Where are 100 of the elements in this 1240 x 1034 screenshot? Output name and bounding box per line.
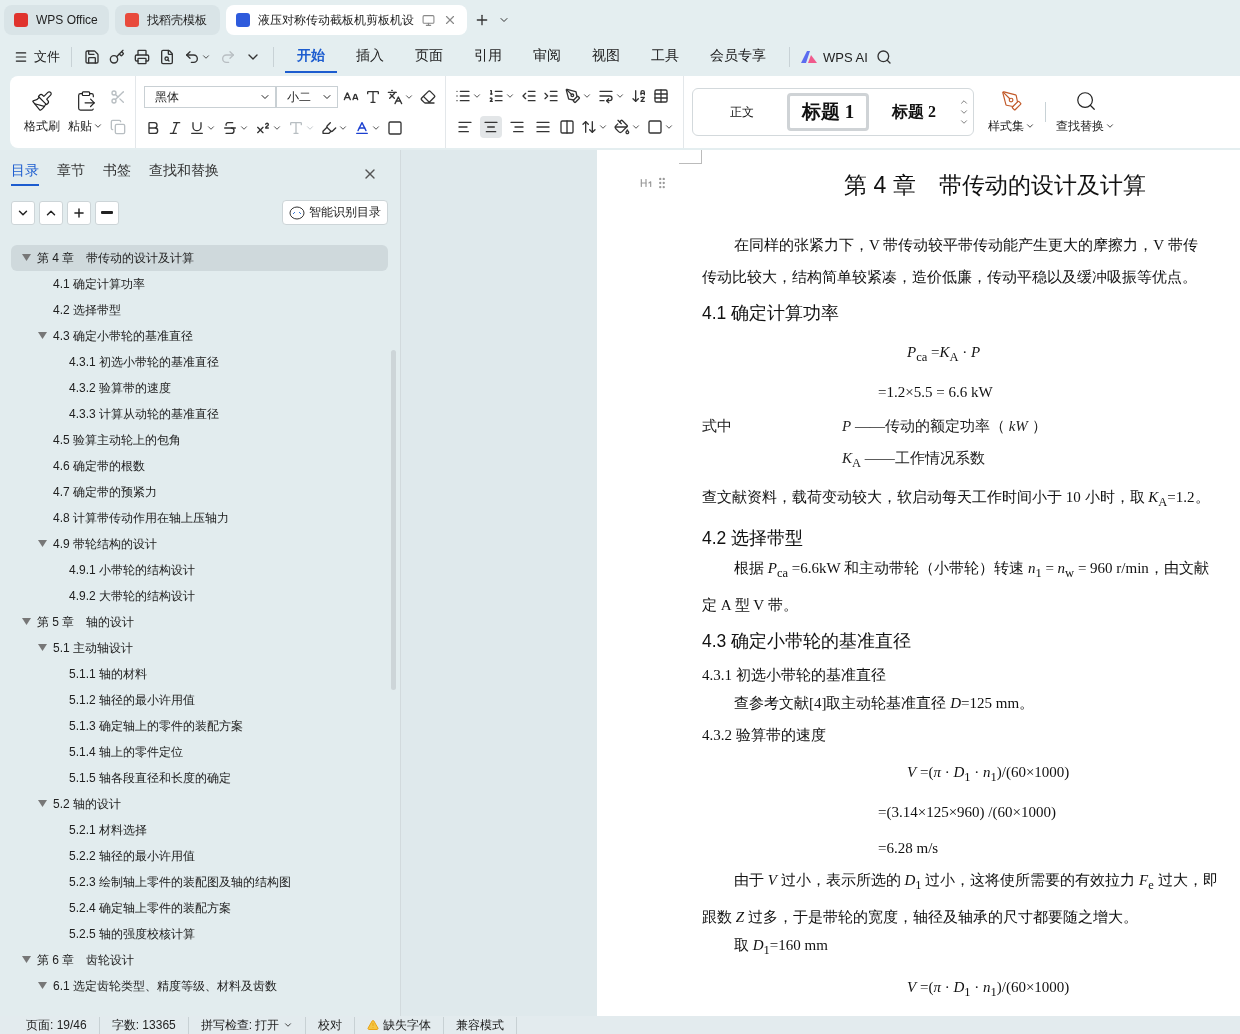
- outline-item[interactable]: 5.1.3 确定轴上的零件的装配方案: [11, 713, 388, 739]
- outline-item[interactable]: 4.7 确定带的预紧力: [11, 479, 388, 505]
- outline-item[interactable]: 4.3.2 验算带的速度: [11, 375, 388, 401]
- expand-triangle-icon[interactable]: [38, 800, 47, 807]
- panel-tab[interactable]: 目录: [11, 162, 39, 186]
- eraser-icon[interactable]: [420, 89, 436, 105]
- file-menu[interactable]: 文件: [14, 48, 60, 66]
- style-option[interactable]: 标题 1: [787, 93, 869, 131]
- expand-triangle-icon[interactable]: [22, 956, 31, 963]
- outline-item[interactable]: 4.3 确定小带轮的基准直径: [11, 323, 388, 349]
- printer-icon[interactable]: [134, 49, 150, 65]
- pen-icon[interactable]: [565, 88, 581, 104]
- columns-icon[interactable]: [559, 119, 575, 135]
- style-option[interactable]: 正文: [701, 93, 783, 131]
- increase-indent-icon[interactable]: [543, 88, 559, 104]
- outline-item[interactable]: 4.8 计算带传动作用在轴上压轴力: [11, 505, 388, 531]
- font-size-field[interactable]: 小二: [276, 86, 338, 108]
- outline-item[interactable]: 4.6 确定带的根数: [11, 453, 388, 479]
- panel-tab[interactable]: 查找和替换: [149, 162, 219, 186]
- expand-triangle-icon[interactable]: [22, 618, 31, 625]
- menu-icon[interactable]: [14, 50, 28, 64]
- outline-item[interactable]: 6.1 选定齿轮类型、精度等级、材料及齿数: [11, 973, 388, 999]
- caret-icon[interactable]: [505, 91, 515, 101]
- outline-item[interactable]: 5.2.5 轴的强度校核计算: [11, 921, 388, 947]
- save-icon[interactable]: [84, 49, 100, 65]
- outline-item[interactable]: 4.2 选择带型: [11, 297, 388, 323]
- expand-triangle-icon[interactable]: [38, 540, 47, 547]
- status-item[interactable]: 拼写检查: 打开: [200, 1016, 280, 1034]
- caret-icon[interactable]: [239, 123, 249, 133]
- close-icon[interactable]: [443, 13, 457, 27]
- strikethrough-icon[interactable]: [222, 120, 238, 136]
- caret-icon[interactable]: [631, 122, 641, 132]
- panel-tab[interactable]: 章节: [57, 162, 85, 186]
- outline-item[interactable]: 5.1.2 轴径的最小许用值: [11, 687, 388, 713]
- outline-item[interactable]: 5.1.5 轴各段直径和长度的确定: [11, 765, 388, 791]
- bullet-list-icon[interactable]: [455, 88, 471, 104]
- caret-icon[interactable]: [371, 123, 381, 133]
- ribbon-tab[interactable]: 视图: [580, 41, 632, 73]
- document-tab[interactable]: 找稻壳模板: [115, 5, 220, 35]
- superscript-icon[interactable]: [255, 120, 271, 136]
- outline-item[interactable]: 4.1 确定计算功率: [11, 271, 388, 297]
- paste-button[interactable]: 粘贴: [66, 85, 105, 139]
- highlighter-icon[interactable]: [321, 120, 337, 136]
- numbered-list-icon[interactable]: [488, 88, 504, 104]
- outline-item[interactable]: 5.1.4 轴上的零件定位: [11, 739, 388, 765]
- line-spacing-icon[interactable]: [581, 119, 597, 135]
- outline-item[interactable]: 4.3.1 初选小带轮的基准直径: [11, 349, 388, 375]
- document-tab[interactable]: WPS Office: [4, 5, 109, 35]
- monitor-icon[interactable]: [422, 13, 435, 27]
- gallery-scroll-icon[interactable]: [959, 97, 969, 127]
- smart-toc-button[interactable]: 智能识别目录: [282, 200, 388, 225]
- caret-icon[interactable]: [598, 122, 608, 132]
- expand-triangle-icon[interactable]: [38, 982, 47, 989]
- caret-icon[interactable]: [201, 52, 211, 62]
- border-icon[interactable]: [647, 119, 663, 135]
- ribbon-tab[interactable]: 插入: [344, 41, 396, 73]
- outline-item[interactable]: 5.1 主动轴设计: [11, 635, 388, 661]
- outline-item[interactable]: 4.9.2 大带轮的结构设计: [11, 583, 388, 609]
- undo-icon[interactable]: [184, 49, 200, 65]
- style-set-button[interactable]: 样式集: [986, 85, 1037, 139]
- outline-item[interactable]: 第 5 章 轴的设计: [11, 609, 388, 635]
- outline-item[interactable]: 5.2.1 材料选择: [11, 817, 388, 843]
- collapse-all-button[interactable]: [39, 200, 63, 225]
- caret-icon[interactable]: [472, 91, 482, 101]
- ribbon-tab[interactable]: 工具: [639, 41, 691, 73]
- caret-icon[interactable]: [206, 123, 216, 133]
- heading-icon[interactable]: [639, 176, 653, 190]
- italic-icon[interactable]: [167, 120, 183, 136]
- expand-all-button[interactable]: [11, 200, 35, 225]
- status-item[interactable]: 缺失字体: [383, 1016, 432, 1034]
- expand-triangle-icon[interactable]: [38, 332, 47, 339]
- outline-item[interactable]: 第 4 章 带传动的设计及计算: [11, 245, 388, 271]
- caret-icon[interactable]: [404, 92, 414, 102]
- format-painter-button[interactable]: 格式刷: [22, 85, 62, 139]
- ribbon-tab[interactable]: 页面: [403, 41, 455, 73]
- new-tab-icon[interactable]: [474, 12, 490, 28]
- style-option[interactable]: 标题 2: [873, 93, 955, 131]
- ribbon-tab[interactable]: 引用: [462, 41, 514, 73]
- outline-item[interactable]: 4.9.1 小带轮的结构设计: [11, 557, 388, 583]
- ribbon-tab[interactable]: 开始: [285, 41, 337, 73]
- remove-button[interactable]: [95, 200, 119, 225]
- ribbon-tab[interactable]: 会员专享: [698, 41, 778, 73]
- panel-tab[interactable]: 书签: [103, 162, 131, 186]
- outline-item[interactable]: 第 6 章 齿轮设计: [11, 947, 388, 973]
- sort-icon[interactable]: [631, 88, 647, 104]
- outline-item[interactable]: 4.3.3 计算从动轮的基准直径: [11, 401, 388, 427]
- caret-icon[interactable]: [664, 122, 674, 132]
- outline-item[interactable]: 5.2.2 轴径的最小许用值: [11, 843, 388, 869]
- align-button[interactable]: [480, 116, 502, 138]
- table-icon[interactable]: [653, 88, 669, 104]
- outline-item[interactable]: 5.2.3 绘制轴上零件的装配图及轴的结构图: [11, 869, 388, 895]
- add-button[interactable]: [67, 200, 91, 225]
- caret-icon[interactable]: [615, 91, 625, 101]
- caret-icon[interactable]: [272, 123, 282, 133]
- print-preview-icon[interactable]: [159, 49, 175, 65]
- caret-icon[interactable]: [283, 1020, 294, 1030]
- outline-item[interactable]: 4.9 带轮结构的设计: [11, 531, 388, 557]
- document-tab[interactable]: 液压对称传动截板机剪板机设: [226, 5, 467, 35]
- wrap-icon[interactable]: [598, 88, 614, 104]
- wps-ai-button[interactable]: WPS AI: [801, 49, 868, 65]
